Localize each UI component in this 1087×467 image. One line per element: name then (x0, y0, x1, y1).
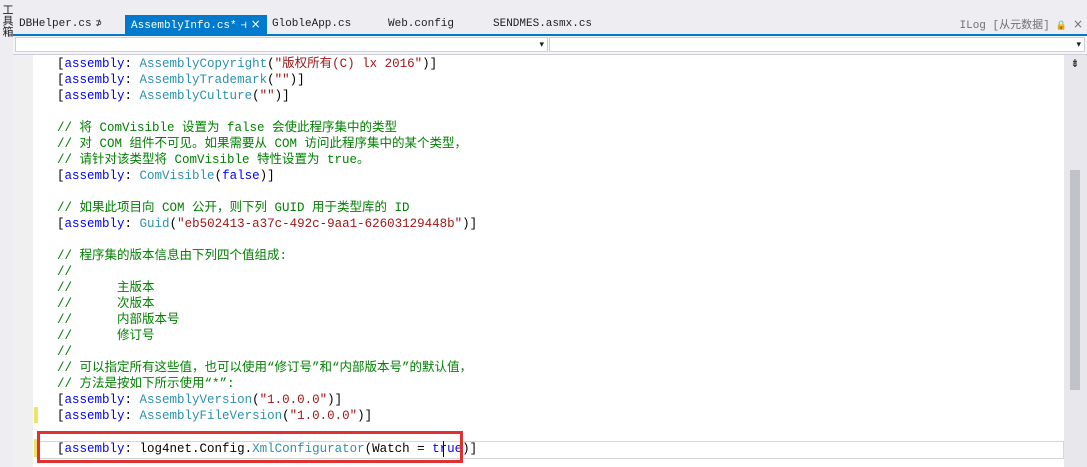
tab-label: AssemblyInfo.cs* (131, 20, 237, 32)
tab-sendmes[interactable]: SENDMES.asmx.cs (493, 15, 613, 34)
code-comment: // 如果此项目向 COM 公开，则下列 GUID 用于类型库的 ID (57, 201, 410, 215)
code-line: [assembly: AssemblyCopyright("版权所有(C) lx… (57, 57, 438, 71)
code-line: [assembly: ComVisible(false)] (57, 169, 275, 183)
tab-label: GlobleApp.cs (272, 18, 352, 30)
tab-label: Web.config (388, 18, 455, 30)
code-comment: // 修订号 (57, 329, 155, 343)
member-dropdown[interactable]: ▾ (549, 37, 1085, 52)
type-dropdown[interactable]: ▾ (15, 37, 548, 52)
navigation-bar: ▾ ▾ (13, 36, 1087, 55)
tab-assemblyinfo[interactable]: AssemblyInfo.cs* ⊣ × (125, 15, 267, 34)
change-marker (34, 407, 38, 423)
code-comment: // 将 ComVisible 设置为 false 会使此程序集中的类型 (57, 121, 398, 135)
pin-icon[interactable]: ⊣ (241, 21, 247, 32)
lock-icon[interactable]: 🔒 (1056, 21, 1067, 31)
code-line: [assembly: AssemblyVersion("1.0.0.0")] (57, 393, 343, 407)
code-comment: // 对 COM 组件不可见。如果需要从 COM 访问此程序集中的某个类型， (57, 137, 468, 151)
editor-margin (13, 55, 33, 467)
annotation-highlight-box (37, 431, 463, 463)
code-comment: // 可以指定所有这些值，也可以使用“修订号”和“内部版本号”的默认值， (57, 361, 473, 375)
code-comment: // 请针对该类型将 ComVisible 特性设置为 true。 (57, 153, 370, 167)
code-comment: // 主版本 (57, 281, 155, 295)
scrollbar-thumb[interactable] (1070, 170, 1080, 390)
tab-ilog-metadata[interactable]: ILog [从元数据] 🔒 × (954, 15, 1084, 34)
chevron-down-icon: ▾ (539, 39, 544, 49)
toolbox-side-panel[interactable]: 工具箱 (0, 0, 14, 467)
tab-globleapp[interactable]: GlobleApp.cs (272, 15, 382, 34)
tab-label: DBHelper.cs (19, 18, 92, 30)
code-comment: // (57, 345, 73, 359)
code-line: [assembly: AssemblyFileVersion("1.0.0.0"… (57, 409, 373, 423)
pin-icon[interactable]: ⊅ (96, 19, 102, 30)
code-line: [assembly: AssemblyCulture("")] (57, 89, 290, 103)
code-comment: // 次版本 (57, 297, 155, 311)
tab-web-config[interactable]: Web.config (388, 15, 488, 34)
close-icon[interactable]: × (251, 17, 261, 31)
tab-label: ILog [从元数据] (959, 20, 1050, 32)
code-comment: // 内部版本号 (57, 313, 180, 327)
tab-label: SENDMES.asmx.cs (493, 18, 593, 30)
tab-dbhelper[interactable]: DBHelper.cs ⊅ (19, 15, 124, 34)
code-line: [assembly: Guid("eb502413-a37c-492c-9aa1… (57, 217, 478, 231)
code-comment: // 程序集的版本信息由下列四个值组成: (57, 249, 288, 263)
close-icon[interactable]: × (1073, 17, 1083, 31)
toolbox-label[interactable]: 工具箱 (0, 4, 13, 37)
code-comment: // (57, 265, 73, 279)
code-comment: // 方法是按如下所示使用“*”: (57, 377, 235, 391)
split-handle-icon[interactable]: ⇟ (1068, 58, 1082, 70)
chevron-down-icon: ▾ (1076, 39, 1081, 49)
code-line: [assembly: AssemblyTrademark("")] (57, 73, 305, 87)
